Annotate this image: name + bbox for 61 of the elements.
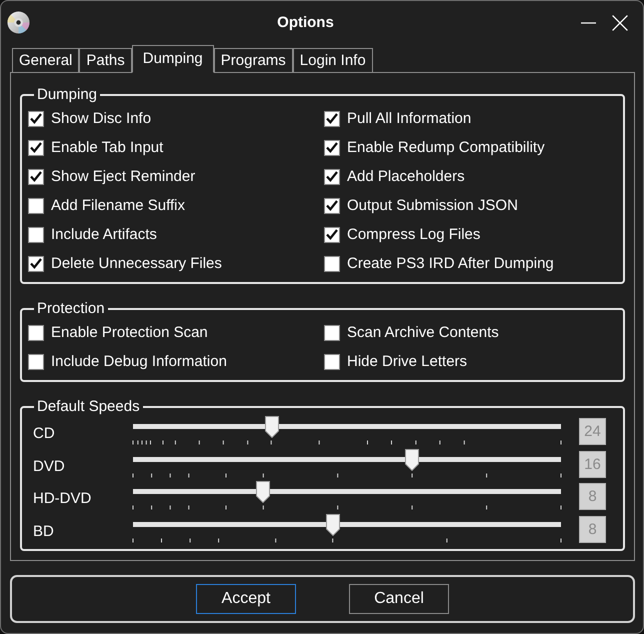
checkbox[interactable]: [324, 226, 340, 242]
check-icon: [326, 171, 338, 182]
disc-icon: [7, 11, 30, 34]
checkbox[interactable]: [28, 168, 44, 184]
checkbox[interactable]: [28, 226, 44, 242]
check-icon: [30, 113, 42, 124]
checkbox[interactable]: [28, 256, 44, 272]
check-icon: [326, 113, 338, 124]
checkbox-label[interactable]: Hide Drive Letters: [347, 352, 468, 370]
tab[interactable]: Dumping: [132, 45, 214, 73]
checkbox[interactable]: [324, 140, 340, 156]
slider-label: BD: [32, 522, 54, 542]
checkbox[interactable]: [28, 324, 44, 340]
checkbox[interactable]: [324, 324, 340, 340]
checkbox[interactable]: [324, 198, 340, 214]
checkbox-label[interactable]: Include Debug Information: [51, 352, 227, 370]
group-title: Protection: [36, 300, 106, 318]
checkbox[interactable]: [28, 354, 44, 370]
checkbox-label[interactable]: Show Disc Info: [51, 110, 152, 128]
tab[interactable]: General: [12, 48, 80, 73]
checkbox-label[interactable]: Show Eject Reminder: [51, 168, 196, 186]
checkbox-label[interactable]: Pull All Information: [347, 110, 472, 128]
checkbox-label[interactable]: Add Placeholders: [347, 168, 465, 186]
checkbox-label[interactable]: Add Filename Suffix: [51, 196, 185, 214]
checkbox-label[interactable]: Enable Tab Input: [51, 138, 164, 156]
close-button[interactable]: [612, 14, 628, 30]
checkbox-label[interactable]: Compress Log Files: [347, 226, 480, 244]
checkbox[interactable]: [28, 198, 44, 214]
check-icon: [326, 229, 338, 240]
slider-label: HD-DVD: [32, 489, 92, 509]
checkbox[interactable]: [324, 256, 340, 272]
slider-label: DVD: [32, 456, 65, 476]
checkbox[interactable]: [28, 140, 44, 156]
checkbox[interactable]: [324, 110, 340, 126]
checkbox-label[interactable]: Scan Archive Contents: [347, 324, 499, 342]
checkbox[interactable]: [324, 354, 340, 370]
checkbox[interactable]: [324, 168, 340, 184]
window-title: Options: [277, 14, 334, 32]
tab[interactable]: Programs: [214, 48, 293, 73]
check-icon: [30, 258, 42, 269]
checkbox-label[interactable]: Delete Unnecessary Files: [51, 254, 222, 272]
tab[interactable]: Login Info: [292, 48, 373, 73]
dialog-button[interactable]: Cancel: [349, 584, 449, 614]
group-title: Dumping: [36, 86, 98, 104]
close-icon: [612, 14, 628, 30]
slider-label: CD: [32, 424, 55, 444]
checkbox-label[interactable]: Output Submission JSON: [347, 196, 518, 214]
checkbox-label[interactable]: Enable Protection Scan: [51, 324, 208, 342]
minimize-button[interactable]: [581, 22, 596, 24]
checkbox[interactable]: [28, 110, 44, 126]
minimize-icon: [581, 22, 596, 24]
check-icon: [326, 200, 338, 211]
check-icon: [30, 171, 42, 182]
group-title: Default Speeds: [36, 398, 141, 416]
checkbox-label[interactable]: Enable Redump Compatibility: [347, 138, 545, 156]
check-icon: [30, 142, 42, 153]
dialog-button[interactable]: Accept: [196, 584, 296, 614]
tab[interactable]: Paths: [79, 48, 132, 73]
checkbox-label[interactable]: Create PS3 IRD After Dumping: [347, 254, 554, 272]
check-icon: [326, 142, 338, 153]
checkbox-label[interactable]: Include Artifacts: [51, 226, 157, 244]
